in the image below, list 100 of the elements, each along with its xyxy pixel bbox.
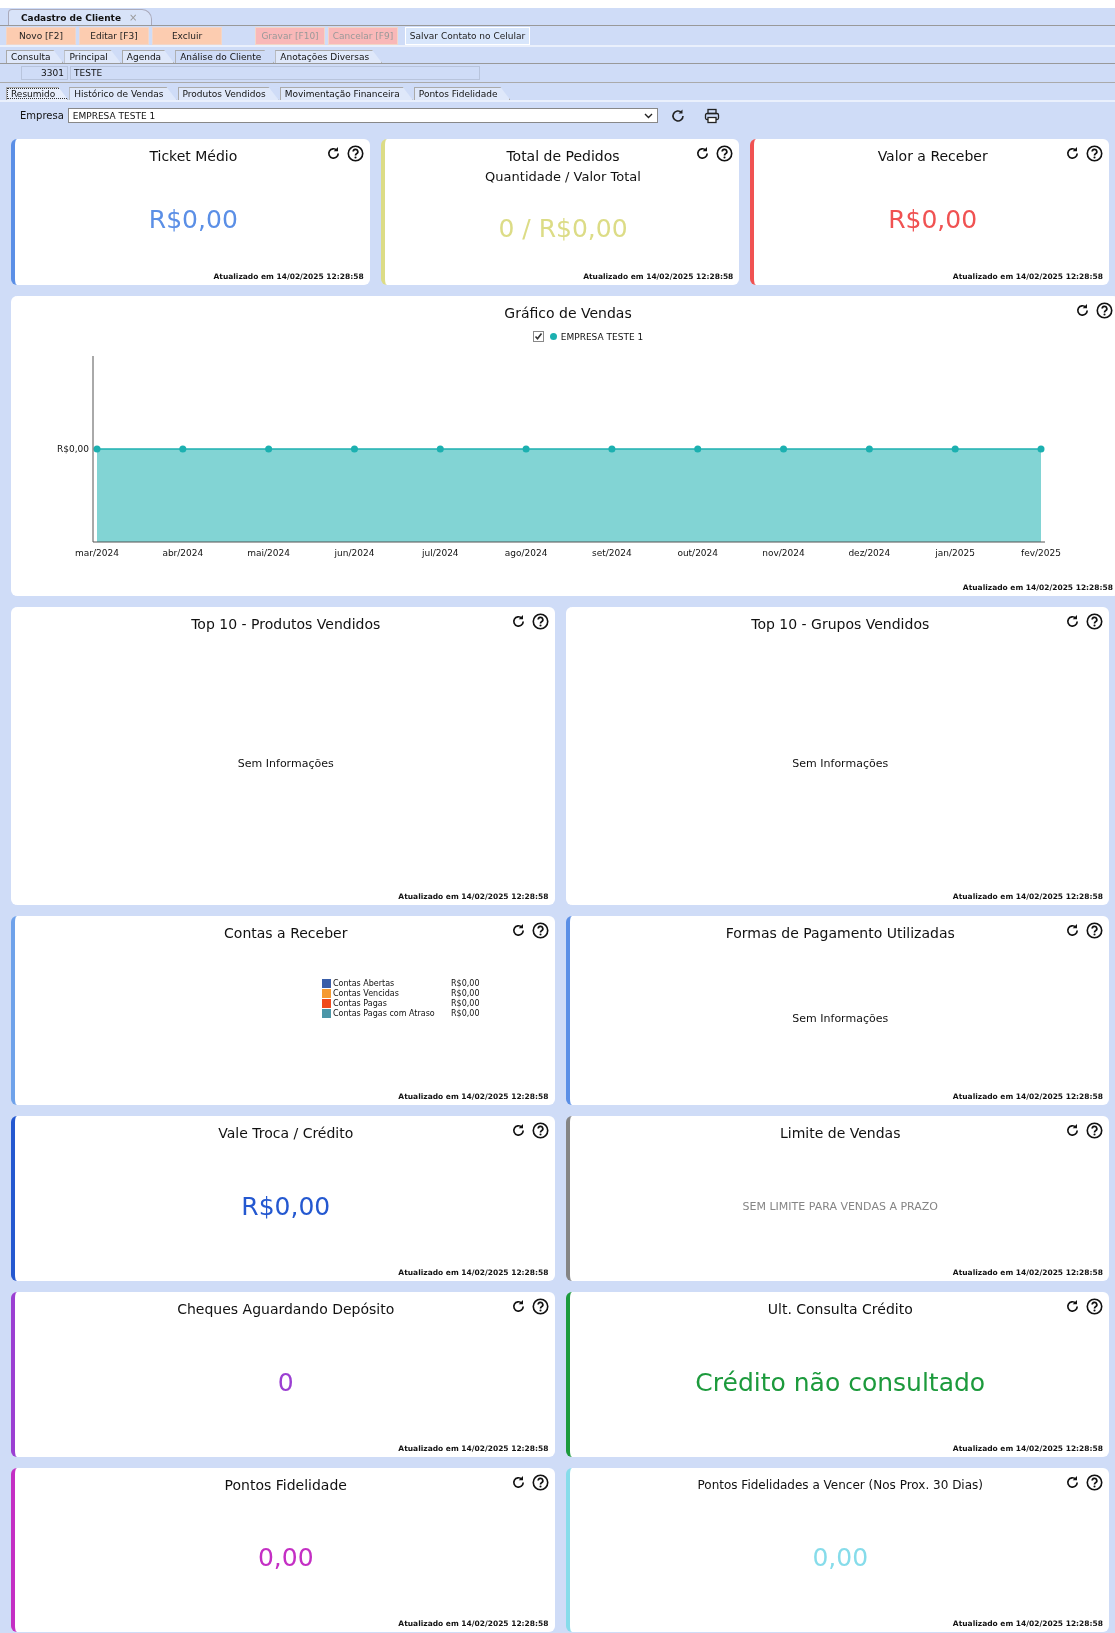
legend-label: EMPRESA TESTE 1 — [560, 331, 644, 342]
refresh-icon[interactable] — [510, 1475, 526, 1490]
card-value: R$0,00 — [241, 1191, 331, 1221]
window-title: Cadastro de Cliente — [21, 12, 121, 23]
data-point — [350, 445, 358, 453]
sub-tab[interactable]: Histórico de Vendas — [69, 87, 177, 100]
client-name-field[interactable]: TESTE — [70, 66, 480, 80]
card-title: Total de Pedidos — [506, 148, 620, 164]
refresh-icon[interactable] — [510, 1299, 526, 1314]
data-point — [1037, 445, 1045, 453]
help-icon[interactable] — [1086, 1298, 1103, 1315]
legend-label: Contas Pagas com Atraso — [333, 1008, 436, 1018]
data-point — [951, 445, 959, 453]
help-icon[interactable] — [1086, 613, 1103, 630]
data-point — [265, 445, 273, 453]
tab[interactable]: Consulta — [6, 50, 64, 63]
empresa-select[interactable]: EMPRESA TESTE 1 — [67, 108, 658, 123]
card-value: 0 — [277, 1367, 294, 1397]
x-tick-label: abr/2024 — [162, 548, 204, 558]
legend-value: R$0,00 — [451, 988, 480, 998]
legend-value: R$0,00 — [451, 1008, 480, 1018]
card-value: 0,00 — [257, 1543, 314, 1572]
legend-value: R$0,00 — [451, 998, 480, 1008]
help-icon[interactable] — [1086, 1122, 1103, 1139]
card-title: Contas a Receber — [224, 925, 348, 941]
refresh-icon[interactable] — [1065, 923, 1080, 938]
legend-label: Contas Vencidas — [333, 988, 400, 998]
x-tick-label: set/2024 — [592, 548, 632, 558]
refresh-icon[interactable] — [1075, 303, 1090, 318]
legend-dot — [549, 333, 557, 340]
card-title: Top 10 - Grupos Vendidos — [751, 616, 930, 632]
save-contact-button[interactable]: Salvar Contato no Celular — [405, 27, 530, 45]
toolbar-button[interactable]: Excluir — [152, 27, 222, 45]
card-title: Formas de Pagamento Utilizadas — [725, 925, 955, 941]
x-tick-label: jun/2024 — [334, 548, 375, 558]
empty-message: Sem Informações — [792, 757, 889, 770]
help-icon[interactable] — [531, 922, 549, 939]
refresh-icon[interactable] — [1065, 1299, 1080, 1314]
card-title: Valor a Receber — [877, 148, 988, 164]
tab[interactable]: Agenda — [121, 50, 175, 63]
help-icon[interactable] — [531, 613, 549, 630]
toolbar-button[interactable]: Editar [F3] — [79, 27, 149, 45]
card-title: Pontos Fidelidade — [224, 1477, 347, 1493]
card-title: Ult. Consulta Crédito — [767, 1301, 913, 1317]
help-icon[interactable] — [1086, 1474, 1103, 1491]
help-icon[interactable] — [1086, 145, 1103, 162]
refresh-icon[interactable] — [669, 107, 686, 124]
tab[interactable]: Análise do Cliente — [175, 50, 275, 63]
x-tick-label: mai/2024 — [247, 548, 290, 558]
empty-message: Sem Informações — [792, 1011, 889, 1025]
data-point — [608, 445, 616, 453]
refresh-icon[interactable] — [510, 923, 526, 938]
data-point — [780, 445, 788, 453]
card-title: Limite de Vendas — [780, 1125, 901, 1141]
legend-checkbox[interactable] — [532, 331, 544, 342]
printer-icon[interactable] — [703, 107, 720, 124]
legend-label: Contas Abertas — [333, 978, 396, 988]
help-icon[interactable] — [531, 1474, 549, 1491]
x-tick-label: ago/2024 — [504, 548, 548, 558]
refresh-icon[interactable] — [325, 146, 341, 161]
refresh-icon[interactable] — [1065, 146, 1080, 161]
refresh-icon[interactable] — [510, 614, 526, 629]
sub-tab[interactable]: Produtos Vendidos — [177, 87, 279, 100]
sub-tab[interactable]: Movimentação Financeira — [279, 87, 413, 100]
card-subtitle: Quantidade / Valor Total — [484, 169, 642, 184]
help-icon[interactable] — [531, 1122, 549, 1139]
client-code-field[interactable]: 3301 — [21, 66, 68, 80]
limit-message: SEM LIMITE PARA VENDAS A PRAZO — [742, 1199, 938, 1213]
x-tick-label: nov/2024 — [762, 548, 805, 558]
empresa-label: Empresa — [20, 110, 64, 121]
window-tab[interactable]: Cadastro de Cliente × — [8, 9, 153, 25]
help-icon[interactable] — [346, 145, 364, 162]
tab[interactable]: Principal — [64, 50, 121, 63]
refresh-icon[interactable] — [1065, 614, 1080, 629]
refresh-icon[interactable] — [1065, 1123, 1080, 1138]
refresh-icon[interactable] — [695, 146, 711, 161]
card-title: Gráfico de Vendas — [504, 305, 632, 321]
help-icon[interactable] — [716, 145, 734, 162]
x-tick-label: dez/2024 — [848, 548, 891, 558]
toolbar-button[interactable]: Novo [F2] — [6, 27, 76, 45]
data-point — [179, 445, 187, 453]
card-value: 0,00 — [812, 1543, 869, 1572]
card-title: Pontos Fidelidades a Vencer (Nos Prox. 30 Dias) — [697, 1478, 983, 1492]
sub-tab[interactable]: Pontos Fidelidade — [413, 87, 511, 100]
x-tick-label: mar/2024 — [75, 548, 119, 558]
help-icon[interactable] — [1086, 922, 1103, 939]
x-tick-label: out/2024 — [677, 548, 719, 558]
card-title: Vale Troca / Crédito — [218, 1125, 354, 1141]
card-title: Top 10 - Produtos Vendidos — [191, 616, 381, 632]
card-value: Crédito não consultado — [695, 1367, 986, 1397]
help-icon[interactable] — [531, 1298, 549, 1315]
card-title: Ticket Médio — [149, 148, 238, 164]
y-axis-label: R$0,00 — [56, 444, 89, 454]
data-point — [93, 445, 101, 453]
card-value: 0 / R$0,00 — [498, 213, 628, 243]
help-icon[interactable] — [1096, 302, 1113, 319]
refresh-icon[interactable] — [1065, 1475, 1080, 1490]
sub-tab[interactable]: Resumido — [6, 87, 69, 100]
refresh-icon[interactable] — [510, 1123, 526, 1138]
tab[interactable]: Anotações Diversas — [275, 50, 383, 63]
